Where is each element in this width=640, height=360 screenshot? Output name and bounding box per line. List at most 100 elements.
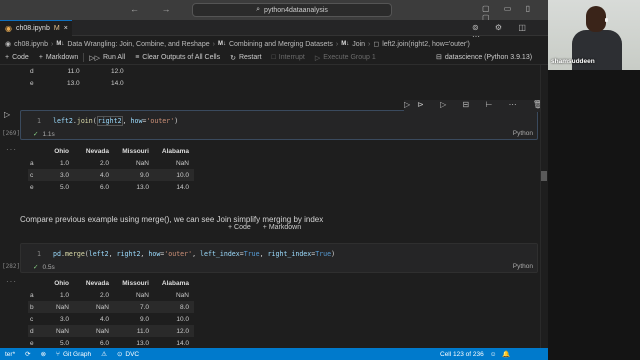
execute-group-button[interactable]: ▷ Execute Group 1 bbox=[310, 54, 381, 62]
code-cell-icon: ◻ bbox=[373, 41, 380, 48]
breadcrumb: ◉ ch08.ipynb › M↓ Data Wrangling: Join, … bbox=[0, 37, 548, 51]
run-cell-icon[interactable]: ▷ bbox=[4, 110, 10, 119]
cell-position[interactable]: Cell 123 of 236 bbox=[440, 351, 484, 358]
plus-icon: + bbox=[5, 54, 10, 61]
markdown-icon-3: M↓ bbox=[341, 41, 350, 47]
dvc-icon: ⊙ bbox=[116, 351, 123, 358]
exec-time: 0.5s bbox=[42, 263, 55, 271]
code-line[interactable]: pd.merge(left2, right2, how='outer', lef… bbox=[53, 250, 335, 258]
presenter-name: shamsuddeen bbox=[551, 58, 595, 65]
restart-icon: ↻ bbox=[230, 54, 236, 62]
table-row: c 3.0 4.0 9.0 10.0 bbox=[28, 169, 194, 181]
output-table-2: Ohio Nevada Missouri Alabama a 1.0 2.0 NaN NaN … bbox=[28, 277, 194, 348]
status-sync[interactable]: ⟳ bbox=[20, 350, 35, 358]
table-header: Ohio Nevada Missouri Alabama bbox=[54, 147, 189, 155]
code-line[interactable]: left2.join(right2, how='outer') bbox=[53, 116, 178, 126]
status-problems[interactable]: ⊗ bbox=[36, 350, 51, 358]
execution-count-2: [282] bbox=[2, 263, 21, 270]
run-all-button[interactable]: ▷▷ Run All bbox=[84, 54, 130, 62]
feedback-icon[interactable]: ☺ bbox=[490, 351, 497, 358]
run-all-icon: ▷▷ bbox=[89, 54, 100, 62]
status-right: Cell 123 of 236 ☺ 🔔 bbox=[440, 348, 510, 360]
breadcrumb-section-1[interactable]: Data Wrangling: Join, Combine, and Resha… bbox=[67, 41, 209, 48]
table-row: e 5.0 6.0 13.0 14.0 bbox=[30, 339, 189, 347]
vertical-scrollbar[interactable] bbox=[540, 65, 548, 348]
table-row: a 1.0 2.0 NaN NaN bbox=[30, 159, 189, 167]
breadcrumb-section-2[interactable]: Combining and Merging Datasets bbox=[229, 41, 333, 48]
add-cell-bar: + Code + Markdown bbox=[228, 224, 301, 231]
check-icon: ✓ bbox=[33, 131, 39, 138]
exec-time: 1.1s bbox=[42, 130, 55, 138]
output-more-icon[interactable]: ··· bbox=[6, 145, 17, 154]
interrupt-button[interactable]: □ Interrupt bbox=[267, 54, 310, 61]
cell-toolbar[interactable]: ▷⊳ ▷ ⊟ ⊢ ⋯ 🗑 bbox=[404, 100, 550, 112]
output-table-1: Ohio Nevada Missouri Alabama a 1.0 2.0 NaN NaN … bbox=[28, 145, 194, 193]
table-row: b NaN NaN 7.0 8.0 bbox=[28, 301, 194, 313]
add-markdown-cell-button[interactable]: + Markdown bbox=[263, 224, 301, 231]
notification-icon[interactable]: 🔔 bbox=[502, 350, 510, 358]
tab-ch08[interactable]: ◉ ch08.ipynb M × bbox=[0, 20, 72, 36]
tab-label: ch08.ipynb bbox=[15, 25, 50, 32]
cell-status: ✓ 1.1s bbox=[33, 130, 55, 139]
clear-all-icon: ≡ bbox=[135, 54, 140, 61]
modified-indicator: M bbox=[53, 25, 60, 32]
presenter-head bbox=[586, 6, 606, 32]
prev-output-table: d 11.0 12.0 e 13.0 14.0 bbox=[28, 65, 129, 89]
table-row: c 3.0 4.0 9.0 10.0 bbox=[30, 315, 189, 323]
code-cell-join[interactable]: 1 left2.join(right2, how='outer') ✓ 1.1s… bbox=[20, 110, 538, 140]
table-row: d 11.0 12.0 bbox=[30, 67, 124, 75]
add-code-cell-button[interactable]: + Code bbox=[228, 224, 251, 231]
markdown-icon: M↓ bbox=[56, 41, 65, 47]
close-icon[interactable]: × bbox=[64, 25, 68, 32]
cell-language[interactable]: Python bbox=[513, 263, 533, 270]
execution-count: [269] bbox=[2, 130, 21, 137]
cell-language[interactable]: Python bbox=[513, 130, 533, 137]
add-markdown-button[interactable]: + Markdown bbox=[34, 54, 83, 61]
add-code-button[interactable]: + Code bbox=[0, 54, 34, 61]
table-row: e 5.0 6.0 13.0 14.0 bbox=[30, 183, 189, 191]
tab-bar: ◉ ch08.ipynb M × ⊚ ⚙ ◫ ⋯ bbox=[0, 20, 548, 41]
cell-status: ✓ 0.5s bbox=[33, 263, 55, 272]
status-branch[interactable]: ter* bbox=[0, 351, 20, 358]
kernel-picker[interactable]: ⊟ datascience (Python 3.9.13) bbox=[436, 53, 532, 62]
breadcrumb-notebook-icon: ◉ bbox=[5, 41, 12, 48]
line-number: 1 bbox=[37, 117, 41, 125]
earbud bbox=[605, 18, 608, 22]
clear-outputs-button[interactable]: ≡ Clear Outputs of All Cells bbox=[130, 54, 225, 61]
table-row: e 13.0 14.0 bbox=[30, 79, 124, 87]
title-bar: ← → ⌕ python4dataanalysis ▢ ▭ ▯ ▢ bbox=[0, 0, 548, 22]
restart-button[interactable]: ↻ Restart bbox=[225, 54, 266, 62]
code-cell-merge[interactable]: 1 pd.merge(left2, right2, how='outer', l… bbox=[20, 243, 538, 273]
dvc-button[interactable]: ⊙ DVC bbox=[112, 350, 144, 359]
table-header: Ohio Nevada Missouri Alabama bbox=[54, 279, 189, 287]
notebook-toolbar: + Code + Markdown ▷▷ Run All ≡ Clear Outputs… bbox=[0, 51, 548, 65]
git-graph-icon: ⑂ bbox=[56, 350, 60, 358]
status-bar: ter* ⟳ ⊗ ⑂ Git Graph ⚠ ⊙ DVC Cell 123 of 2… bbox=[0, 348, 548, 360]
breadcrumb-section-3[interactable]: Join bbox=[352, 41, 365, 48]
breadcrumb-file[interactable]: ch08.ipynb bbox=[14, 41, 48, 48]
search-label: python4dataanalysis bbox=[264, 6, 328, 14]
status-warning[interactable]: ⚠ bbox=[96, 350, 112, 358]
check-icon: ✓ bbox=[33, 264, 39, 271]
git-graph-button[interactable]: ⑂ Git Graph bbox=[51, 351, 96, 358]
stop-icon: □ bbox=[271, 54, 276, 61]
table-row: a 1.0 2.0 NaN NaN bbox=[30, 291, 189, 299]
search-icon: ⌕ bbox=[256, 6, 261, 13]
markdown-cell-text[interactable]: Compare previous example using merge(), … bbox=[20, 215, 323, 224]
command-center-search[interactable]: ⌕ python4dataanalysis bbox=[192, 3, 392, 17]
webcam-overlay: shamsuddeen bbox=[548, 0, 640, 360]
line-number: 1 bbox=[37, 250, 41, 258]
kernel-icon: ⊟ bbox=[436, 54, 442, 61]
plus-icon: + bbox=[38, 54, 43, 61]
notebook-icon: ◉ bbox=[5, 24, 12, 33]
breadcrumb-section-4[interactable]: left2.join(right2, how='outer') bbox=[382, 41, 470, 48]
table-row: d NaN NaN 11.0 12.0 bbox=[28, 325, 194, 337]
sync-icon: ⟳ bbox=[25, 351, 31, 358]
scrollbar-thumb[interactable] bbox=[541, 171, 547, 181]
warning-icon: ⚠ bbox=[101, 351, 107, 358]
error-icon: ⊗ bbox=[40, 351, 47, 358]
nav-arrows[interactable]: ← → bbox=[130, 4, 181, 14]
markdown-icon-2: M↓ bbox=[217, 41, 226, 47]
output-more-icon-2[interactable]: ··· bbox=[6, 277, 17, 286]
execute-group-icon: ▷ bbox=[314, 54, 321, 62]
